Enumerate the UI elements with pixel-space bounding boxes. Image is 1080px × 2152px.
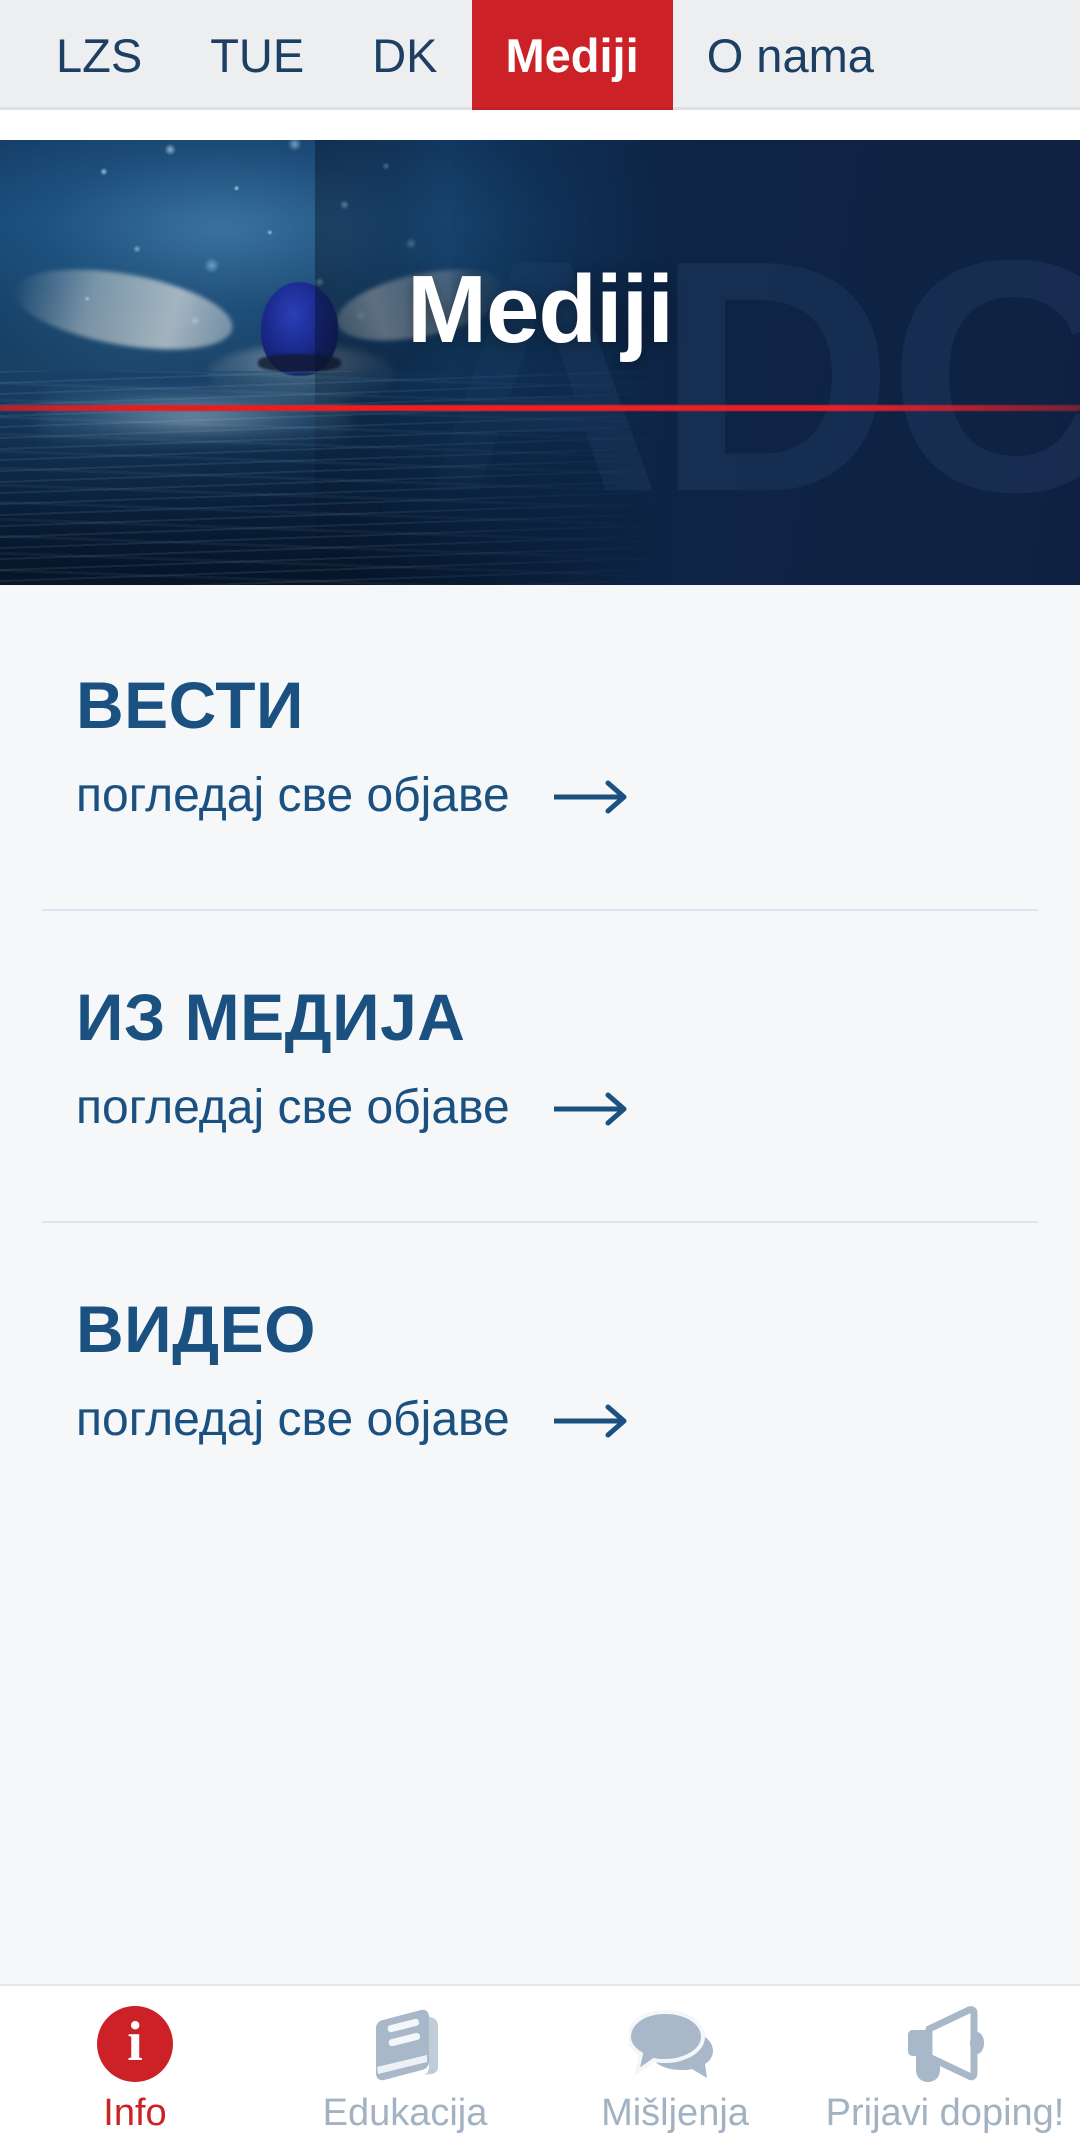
- nav-item-mediji[interactable]: Mediji: [471, 0, 673, 110]
- tab-misljenja[interactable]: Mišljenja: [540, 2004, 810, 2132]
- section-title: ВЕСТИ: [76, 668, 304, 742]
- tab-label: Info: [103, 2092, 167, 2134]
- nav-bottom-shadow: [0, 107, 1080, 110]
- nav-item-label: TUE: [210, 28, 305, 82]
- view-all-label: погледај све објаве: [76, 769, 510, 823]
- hero-accent-line: [0, 404, 1080, 411]
- tab-label: Prijavi doping!: [825, 2092, 1065, 2134]
- section-title: ИЗ МЕДИЈА: [76, 980, 466, 1055]
- view-all-link-video[interactable]: погледај све објаве: [76, 1394, 1004, 1447]
- app-root: LZS TUE DK Mediji O nama ADC Mediji ВЕСТ…: [0, 0, 1080, 2152]
- water-foam: [40, 389, 349, 443]
- section-title: ВИДЕО: [76, 1292, 316, 1367]
- view-all-link-vesti[interactable]: погледај све објаве: [76, 769, 1004, 823]
- info-glyph: i: [127, 2011, 143, 2073]
- arrow-right-icon: [552, 1402, 636, 1440]
- section-vesti: ВЕСТИ погледај све објаве: [42, 585, 1038, 909]
- info-badge: i: [97, 2006, 173, 2082]
- arrow-right-icon: [552, 1090, 636, 1128]
- nav-item-tue[interactable]: TUE: [176, 0, 338, 110]
- view-all-label: погледај све објаве: [76, 1081, 510, 1135]
- hero-banner: ADC Mediji: [0, 140, 1080, 585]
- view-all-link-iz-medija[interactable]: погледај све објаве: [76, 1082, 1004, 1135]
- book-icon: [363, 2004, 447, 2084]
- nav-item-label: O nama: [706, 28, 874, 82]
- view-all-label: погледај све објаве: [76, 1393, 510, 1447]
- nav-item-o-nama[interactable]: O nama: [673, 0, 908, 110]
- nav-item-label: DK: [372, 28, 438, 82]
- speech-bubbles-icon: [629, 2004, 721, 2084]
- arrow-right-icon: [552, 778, 636, 816]
- megaphone-icon: [899, 2004, 991, 2084]
- nav-item-label: LZS: [56, 28, 143, 82]
- tab-edukacija[interactable]: Edukacija: [270, 2004, 540, 2132]
- info-circle-icon: i: [97, 2004, 173, 2084]
- section-iz-medija: ИЗ МЕДИЈА погледај све објаве: [42, 911, 1038, 1221]
- tab-prijavi-doping[interactable]: Prijavi doping!: [810, 2004, 1080, 2132]
- bottom-tab-bar: i Info Edukacija Mišljenja Prijavi dopin…: [0, 1984, 1080, 2152]
- tab-label: Mišljenja: [601, 2092, 749, 2134]
- main-content: ВЕСТИ погледај све објаве ИЗ МЕДИЈА погл…: [0, 585, 1080, 1984]
- nav-spacer: [0, 110, 1080, 140]
- page-title: Mediji: [406, 256, 674, 363]
- top-navigation-bar: LZS TUE DK Mediji O nama: [0, 0, 1080, 110]
- nav-item-dk[interactable]: DK: [338, 0, 471, 110]
- tab-info[interactable]: i Info: [0, 2004, 270, 2132]
- nav-item-label: Mediji: [505, 28, 639, 82]
- section-video: ВИДЕО погледај све објаве: [42, 1223, 1038, 1533]
- nav-item-lzs[interactable]: LZS: [22, 0, 176, 110]
- tab-label: Edukacija: [322, 2092, 488, 2134]
